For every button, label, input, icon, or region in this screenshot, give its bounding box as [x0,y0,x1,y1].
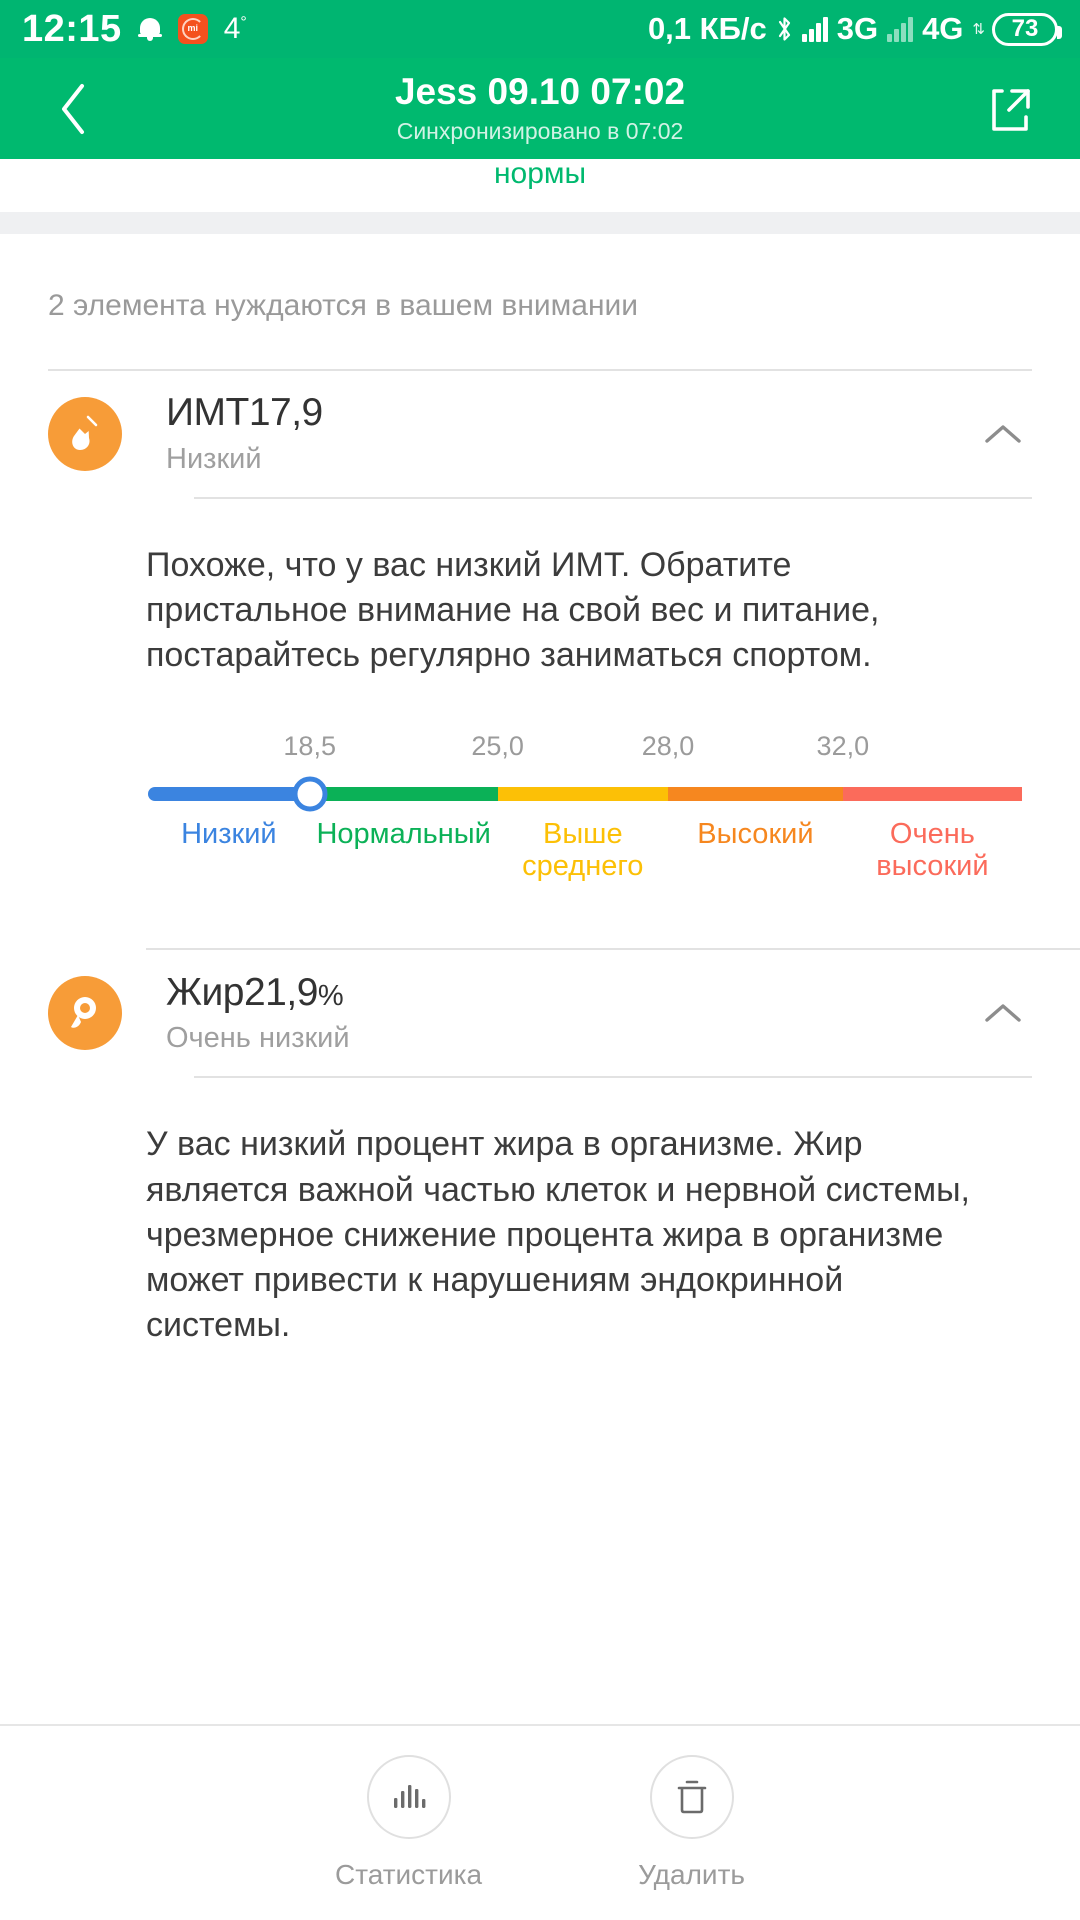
notification-bell-icon [137,16,162,42]
data-transfer-icon: ⇅ [972,20,985,38]
bottom-action-bar: Статистика Удалить [0,1724,1080,1920]
delete-button[interactable]: Удалить [638,1755,745,1891]
bluetooth-icon [776,15,793,43]
metric-card-fat: Жир21,9% Очень низкий У вас низкий проце… [0,950,1080,1348]
content-scroll-area[interactable]: нормы 2 элемента нуждаются в вашем внима… [0,159,1080,1724]
status-bar: 12:15 4° 0,1 КБ/с 3G 4G ⇅ 73 [0,0,1080,58]
chevron-left-icon [62,83,84,134]
tick-label: 18,5 [283,730,336,761]
trash-icon [649,1755,734,1839]
collapse-toggle-bmi[interactable] [980,411,1026,457]
mi-fit-app-icon [177,14,208,44]
signal-bars-icon-sim1 [801,16,828,42]
degree-symbol: ° [240,14,247,31]
bmi-flask-icon [48,397,122,471]
tick-label: 28,0 [641,730,695,761]
battery-level: 73 [1011,15,1039,42]
metric-value-fat-number: Жир21,9 [166,970,318,1014]
metric-value-fat: Жир21,9% [166,970,350,1014]
scale-tick-labels: 18,5 25,0 28,0 32,0 [148,731,1022,773]
share-external-icon [992,88,1030,131]
legend-label-normal: Нормальный [316,817,491,850]
back-button[interactable] [46,82,100,136]
metric-header-fat[interactable]: Жир21,9% Очень низкий [48,950,1032,1076]
metric-texts-fat: Жир21,9% Очень низкий [166,970,350,1055]
scale-segment-normal [309,786,498,801]
signal-bars-icon-sim2 [887,16,914,42]
legend-label-high: Высокий [697,817,814,850]
sync-status-label: Синхронизировано в 07:02 [396,117,684,144]
metric-value-bmi: ИМТ17,9 [166,391,323,435]
metric-status-bmi: Низкий [166,442,262,475]
scale-segment-low [148,786,310,801]
network-type-4g: 4G [922,11,964,46]
app-bar: Jess 09.10 07:02 Синхронизировано в 07:0… [0,58,1080,159]
legend-label-low: Низкий [181,817,277,850]
status-bar-left: 12:15 4° [22,10,247,48]
chevron-up-icon [985,425,1021,443]
scale-marker-thumb[interactable] [292,776,328,812]
tick-label: 25,0 [471,730,524,761]
metric-description-fat: У вас низкий процент жира в организме. Ж… [146,1125,970,1345]
app-screen: 12:15 4° 0,1 КБ/с 3G 4G ⇅ 73 Jess 09.10 … [0,0,1080,1920]
metric-card-bmi: ИМТ17,9 Низкий Похоже, что у вас низкий … [0,371,1080,882]
fat-drop-icon [48,976,122,1051]
norms-link[interactable]: нормы [494,159,586,189]
scale-legend: Низкий Нормальный Выше среднего Высокий … [148,817,1022,883]
status-temperature: 4° [224,12,247,46]
delete-button-label: Удалить [638,1859,745,1890]
page-title: Jess 09.10 07:02 [394,71,686,113]
attention-section: 2 элемента нуждаются в вашем внимании [0,234,1080,371]
metric-body-fat: У вас низкий процент жира в организме. Ж… [48,1078,1032,1348]
metric-texts-bmi: ИМТ17,9 Низкий [166,392,323,475]
bar-chart-icon [366,1755,451,1839]
status-bar-right: 0,1 КБ/с 3G 4G ⇅ 73 [647,11,1062,47]
share-button[interactable] [982,81,1038,137]
statistics-button-label: Статистика [335,1859,483,1890]
scale-track [148,776,1022,812]
temperature-value: 4 [223,12,241,45]
legend-label-very-high: Очень высокий [876,817,989,882]
network-type-3g: 3G [836,11,879,46]
section-divider [0,212,1080,234]
norms-link-row[interactable]: нормы [0,159,1080,212]
tick-label: 32,0 [816,730,870,761]
chevron-up-icon [985,1004,1021,1023]
statistics-button[interactable]: Статистика [335,1755,482,1891]
battery-indicator: 73 [992,12,1062,46]
network-speed-label: 0,1 КБ/с [647,11,767,46]
attention-label: 2 элемента нуждаются в вашем внимании [48,289,639,322]
status-clock: 12:15 [22,8,122,50]
bmi-scale-chart: 18,5 25,0 28,0 32,0 Низкий Нормальный Вы… [146,679,1032,883]
metric-header-bmi[interactable]: ИМТ17,9 Низкий [48,371,1032,497]
metric-status-fat: Очень низкий [166,1021,350,1054]
scale-segment-above-average [497,786,669,801]
collapse-toggle-fat[interactable] [980,990,1026,1036]
metric-description-bmi: Похоже, что у вас низкий ИМТ. Обратите п… [146,546,880,675]
scale-segment-very-high [842,786,1022,801]
metric-body-bmi: Похоже, что у вас низкий ИМТ. Обратите п… [48,499,1032,882]
metric-value-fat-unit: % [317,979,344,1012]
scale-segment-high [668,786,843,801]
legend-label-above-average: Выше среднего [522,817,644,882]
